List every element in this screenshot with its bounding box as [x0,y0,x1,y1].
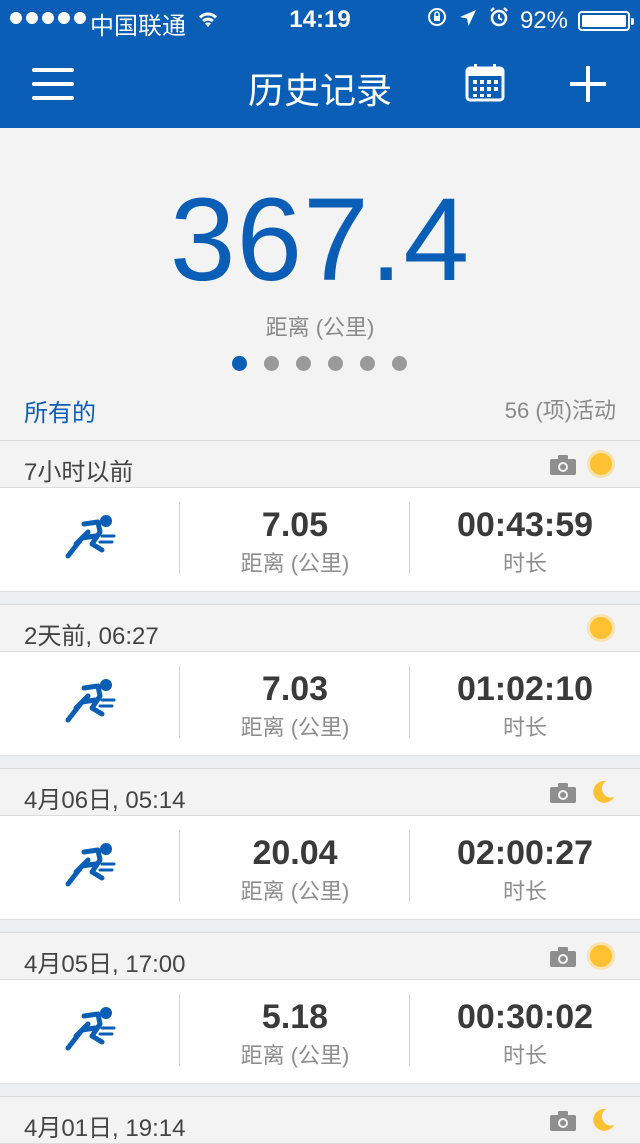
entry-header: 7小时以前 [0,440,640,488]
camera-icon [550,947,576,972]
entry-card[interactable]: 5.18 距离 (公里) 00:30:02 时长 [0,980,640,1084]
moon-icon [590,1107,616,1138]
distance-label: 距离 (公里) [240,879,350,904]
orientation-lock-icon [426,6,448,35]
total-distance-unit: 距离 (公里) [265,315,375,340]
battery-percent: 92% [519,6,568,34]
list-item[interactable]: 4月01日, 19:14 [0,1096,640,1144]
running-icon [64,842,116,893]
distance-label: 距离 (公里) [240,1043,350,1068]
moon-icon [590,779,616,810]
camera-icon [550,1111,576,1136]
distance-value: 7.05 [261,506,329,544]
battery-icon [578,10,634,31]
entry-date: 4月06日, 05:14 [24,787,186,814]
entry-date: 4月01日, 19:14 [24,1115,186,1142]
duration-label: 时长 [502,1043,547,1068]
camera-icon [550,455,576,480]
list-item[interactable]: 4月06日, 05:14 20.04 距离 (公里) 02:00:27 时长 [0,768,640,932]
duration-value: 01:02:10 [456,670,594,708]
duration-label: 时长 [502,715,547,740]
total-distance-value: 367.4 [169,174,471,306]
entry-date: 2天前, 06:27 [24,623,159,650]
page-title: 历史记录 [247,70,392,111]
add-activity-button[interactable] [568,64,608,104]
page-dot[interactable] [232,356,247,371]
duration-value: 00:43:59 [456,506,594,544]
running-icon [64,514,116,565]
page-dot[interactable] [328,356,343,371]
distance-label: 距离 (公里) [240,551,350,576]
activity-count: 56 (项)活动 [504,398,616,423]
entry-card[interactable]: 7.03 距离 (公里) 01:02:10 时长 [0,652,640,756]
page-dot[interactable] [296,356,311,371]
duration-value: 02:00:27 [456,834,594,872]
list-item[interactable]: 4月05日, 17:00 5.18 距离 (公里) 00:30:02 时长 [0,932,640,1096]
status-bar: 中国联通 14:19 92% [0,0,640,40]
alarm-icon [488,6,510,35]
running-icon [64,678,116,729]
nav-bar: 历史记录 [0,40,640,128]
sun-icon [590,945,612,967]
duration-label: 时长 [502,879,547,904]
location-arrow-icon [458,7,478,35]
entry-card[interactable]: 7.05 距离 (公里) 00:43:59 时长 [0,488,640,592]
entry-date: 7小时以前 [24,459,134,486]
list-item[interactable]: 2天前, 06:27 7.03 距离 (公里) 01:02:10 时长 [0,604,640,768]
entry-header: 4月06日, 05:14 [0,768,640,816]
sun-icon [590,617,612,639]
page-indicator[interactable] [232,356,407,371]
distance-value: 7.03 [261,670,329,708]
summary-panel: 367.4 距离 (公里) 所有的 56 (项)活动 [0,128,640,440]
duration-value: 00:30:02 [456,998,594,1036]
duration-label: 时长 [502,551,547,576]
distance-value: 20.04 [252,834,338,872]
distance-label: 距离 (公里) [240,715,350,740]
running-icon [64,1006,116,1057]
camera-icon [550,783,576,808]
list-item[interactable]: 7小时以前 7.05 距离 (公里) 00:43:59 时长 [0,440,640,604]
entry-card[interactable]: 20.04 距离 (公里) 02:00:27 时长 [0,816,640,920]
calendar-icon[interactable] [465,64,505,107]
entry-header: 4月05日, 17:00 [0,932,640,980]
sun-icon [590,453,612,475]
page-dot[interactable] [264,356,279,371]
page-dot[interactable] [392,356,407,371]
filter-selector[interactable]: 所有的 [24,393,96,428]
entry-header: 2天前, 06:27 [0,604,640,652]
page-dot[interactable] [360,356,375,371]
entry-header: 4月01日, 19:14 [0,1096,640,1144]
entry-date: 4月05日, 17:00 [24,951,186,978]
distance-value: 5.18 [261,998,329,1036]
